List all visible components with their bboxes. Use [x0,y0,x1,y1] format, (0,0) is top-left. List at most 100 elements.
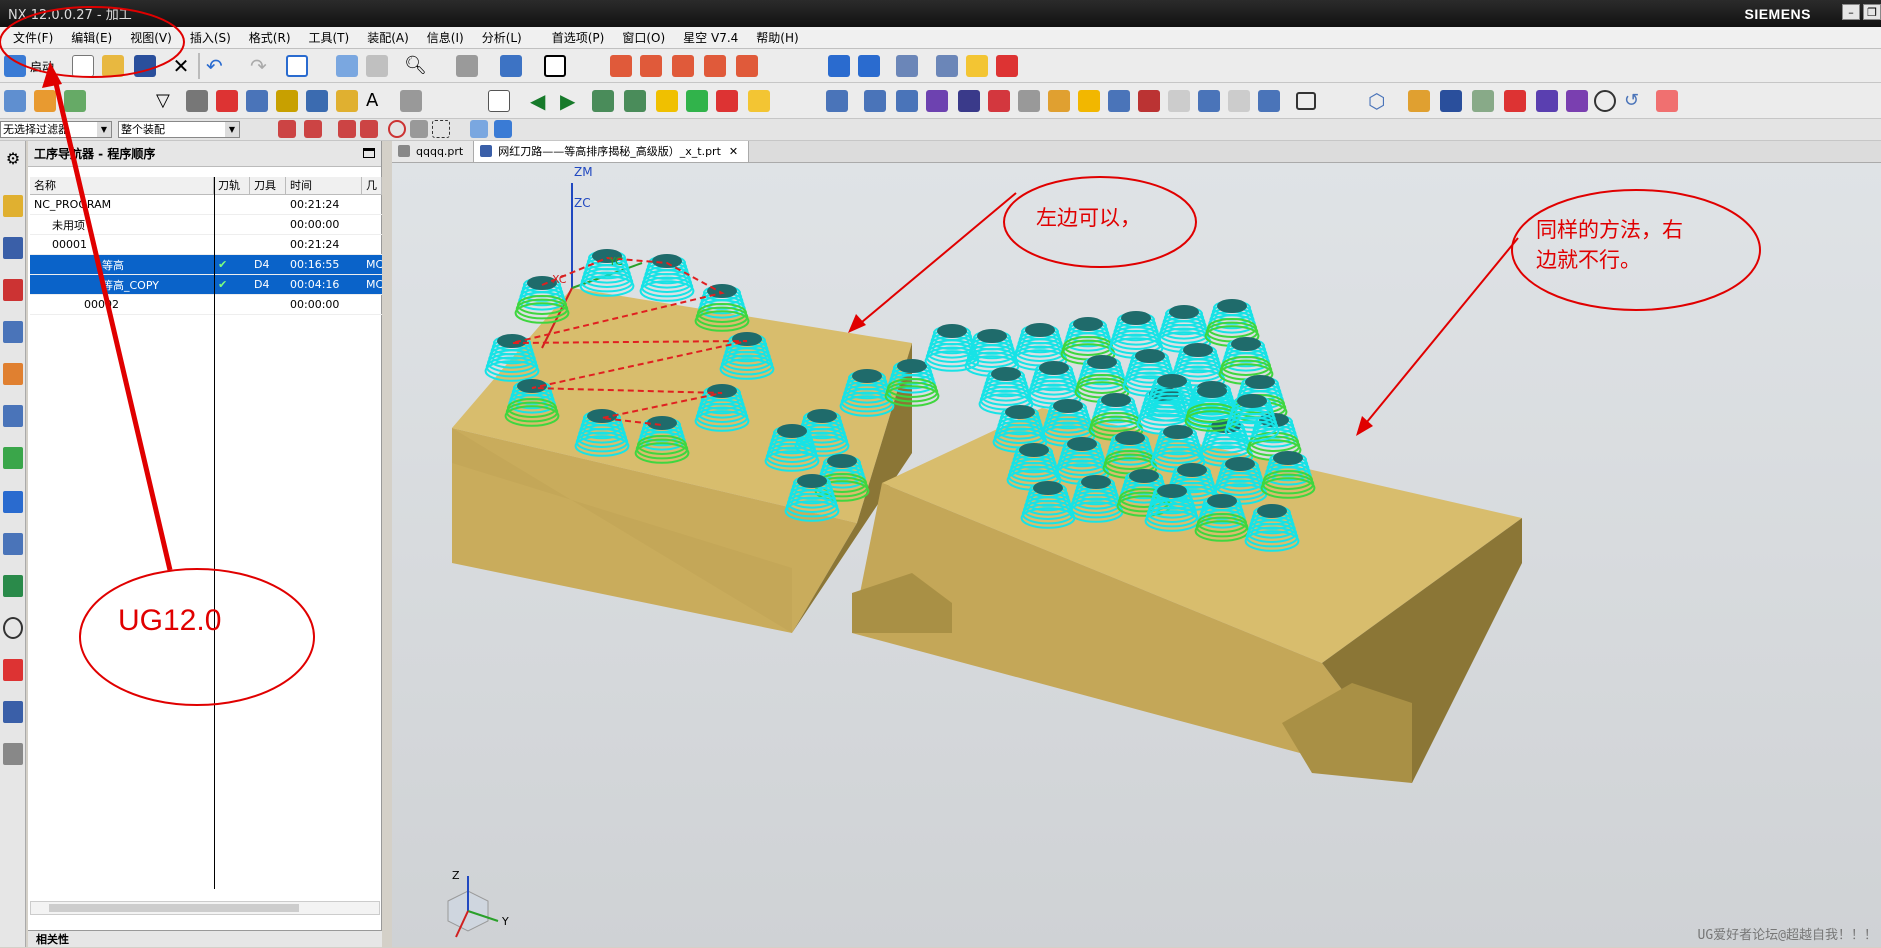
new-file-icon[interactable] [72,55,94,77]
layout-icon[interactable] [366,55,388,77]
undo-icon[interactable]: ↶ [206,55,228,77]
table-row[interactable]: 等高_COPY ✔ D4 00:04:16 MC [30,275,382,295]
tab-qqqq[interactable]: qqqq.prt [392,141,475,162]
view-icon-19[interactable] [1504,90,1526,112]
folder-icon[interactable] [748,90,770,112]
window-icon[interactable] [286,55,308,77]
tool-library-icon[interactable] [3,701,23,723]
view-icon-16[interactable] [1408,90,1430,112]
minimize-button[interactable]: – [1842,4,1860,20]
background-icon[interactable] [544,55,566,77]
history-icon[interactable] [3,447,23,469]
column-name[interactable]: 名称 [30,177,214,194]
table-row[interactable]: 未用项 00:00:00 [30,215,382,235]
color-icon[interactable] [716,90,738,112]
view-icon-8[interactable] [1048,90,1070,112]
transform-icon[interactable] [336,55,358,77]
web-icon[interactable] [3,491,23,513]
machine-icon[interactable] [828,55,850,77]
xt-icon[interactable] [1656,90,1678,112]
menu-analysis[interactable]: 分析(L) [473,29,531,46]
redo-icon[interactable]: ↷ [250,55,272,77]
table-row[interactable]: 等高 ✔ D4 00:16:55 MC [30,255,382,275]
tab-active-part[interactable]: 网红刀路——等高排序揭秘_高级版）_x_t.prt ✕ [474,141,750,162]
output-icon[interactable] [276,90,298,112]
menu-format[interactable]: 格式(R) [240,29,300,46]
assembly-select[interactable]: 整个装配 [118,121,240,138]
cube-icon[interactable] [500,55,522,77]
toolpath-icon-3[interactable] [672,55,694,77]
back-icon[interactable] [592,90,614,112]
assembly-nav-icon[interactable] [3,321,23,343]
snap-icon-1[interactable] [278,120,296,138]
menu-plugin[interactable]: 星空 V7.4 [674,29,747,46]
dependency-panel[interactable]: 相关性 [28,930,382,947]
view-icon-4[interactable] [926,90,948,112]
toolpath-icon-2[interactable] [640,55,662,77]
menu-view[interactable]: 视图(V) [121,29,181,46]
view-icon-3[interactable] [896,90,918,112]
post-icon[interactable] [216,90,238,112]
part-nav-icon[interactable] [3,363,23,385]
layout-icon-2[interactable] [488,90,510,112]
snap-icon-2[interactable] [304,120,322,138]
column-path[interactable]: 刀轨 [214,177,250,194]
graphics-window[interactable]: ZM ZC YC XC Z Y UG爱好者论坛@超越自我！！！ [392,163,1881,947]
forward-icon[interactable] [624,90,646,112]
menu-assembly[interactable]: 装配(A) [358,29,418,46]
tab-close-icon[interactable]: ✕ [729,145,738,158]
color-palette-icon[interactable] [3,659,23,681]
filter-icon[interactable]: ▽ [156,90,178,112]
create-tool-icon[interactable] [34,90,56,112]
toolpath-icon-5[interactable] [736,55,758,77]
view-icon-15[interactable] [1258,90,1280,112]
arrow-left-icon[interactable]: ◀ [530,90,552,112]
search-icon[interactable]: 🔍︎ [404,55,427,77]
shop-doc-icon[interactable] [246,90,268,112]
maximize-icon[interactable] [363,148,375,158]
display-icon[interactable] [686,90,708,112]
arrow-right-icon[interactable]: ▶ [560,90,582,112]
menu-window[interactable]: 窗口(O) [613,29,674,46]
menu-file[interactable]: 文件(F) [4,29,62,46]
robot-icon[interactable] [3,743,23,765]
text-icon[interactable]: A [366,90,388,112]
view-icon-11[interactable] [1138,90,1160,112]
view-icon-18[interactable] [1472,90,1494,112]
table-row[interactable]: 00002 00:00:00 [30,295,382,315]
view-icon-10[interactable] [1108,90,1130,112]
verify-icon[interactable] [306,90,328,112]
filter-select[interactable]: 无选择过滤器 [0,121,112,138]
menu-tools[interactable]: 工具(T) [300,29,359,46]
machine-nav-icon[interactable] [3,237,23,259]
snap-icon-6[interactable] [470,120,488,138]
restore-button[interactable]: ❐ [1863,4,1881,20]
column-tool[interactable]: 刀具 [250,177,286,194]
table-row[interactable]: NC_PROGRAM 00:21:24 [30,195,382,215]
view-icon-20[interactable] [1536,90,1558,112]
view-icon-9[interactable] [1078,90,1100,112]
close-icon[interactable]: ✕ [170,55,192,77]
view-icon-1[interactable] [826,90,848,112]
rectangle-icon[interactable] [1296,92,1316,110]
toolpath-icon-4[interactable] [704,55,726,77]
circle-icon[interactable] [1594,90,1616,112]
blank-icon[interactable] [656,90,678,112]
view-icon-13[interactable] [1198,90,1220,112]
view-icon-6[interactable] [988,90,1010,112]
generate-icon[interactable] [186,90,208,112]
open-folder-icon[interactable] [102,55,124,77]
menu-help[interactable]: 帮助(H) [747,29,807,46]
tool-icon[interactable] [858,55,880,77]
palette-icon[interactable] [3,533,23,555]
menu-preferences[interactable]: 首选项(P) [543,29,614,46]
geometry-nav-icon[interactable] [3,279,23,301]
start-icon[interactable] [4,55,26,77]
column-time[interactable]: 时间 [286,177,362,194]
create-geometry-icon[interactable] [64,90,86,112]
simulate-icon[interactable] [336,90,358,112]
menu-info[interactable]: 信息(I) [418,29,473,46]
menu-edit[interactable]: 编辑(E) [62,29,121,46]
scrollbar-thumb[interactable] [49,904,299,912]
shade-icon[interactable] [456,55,478,77]
